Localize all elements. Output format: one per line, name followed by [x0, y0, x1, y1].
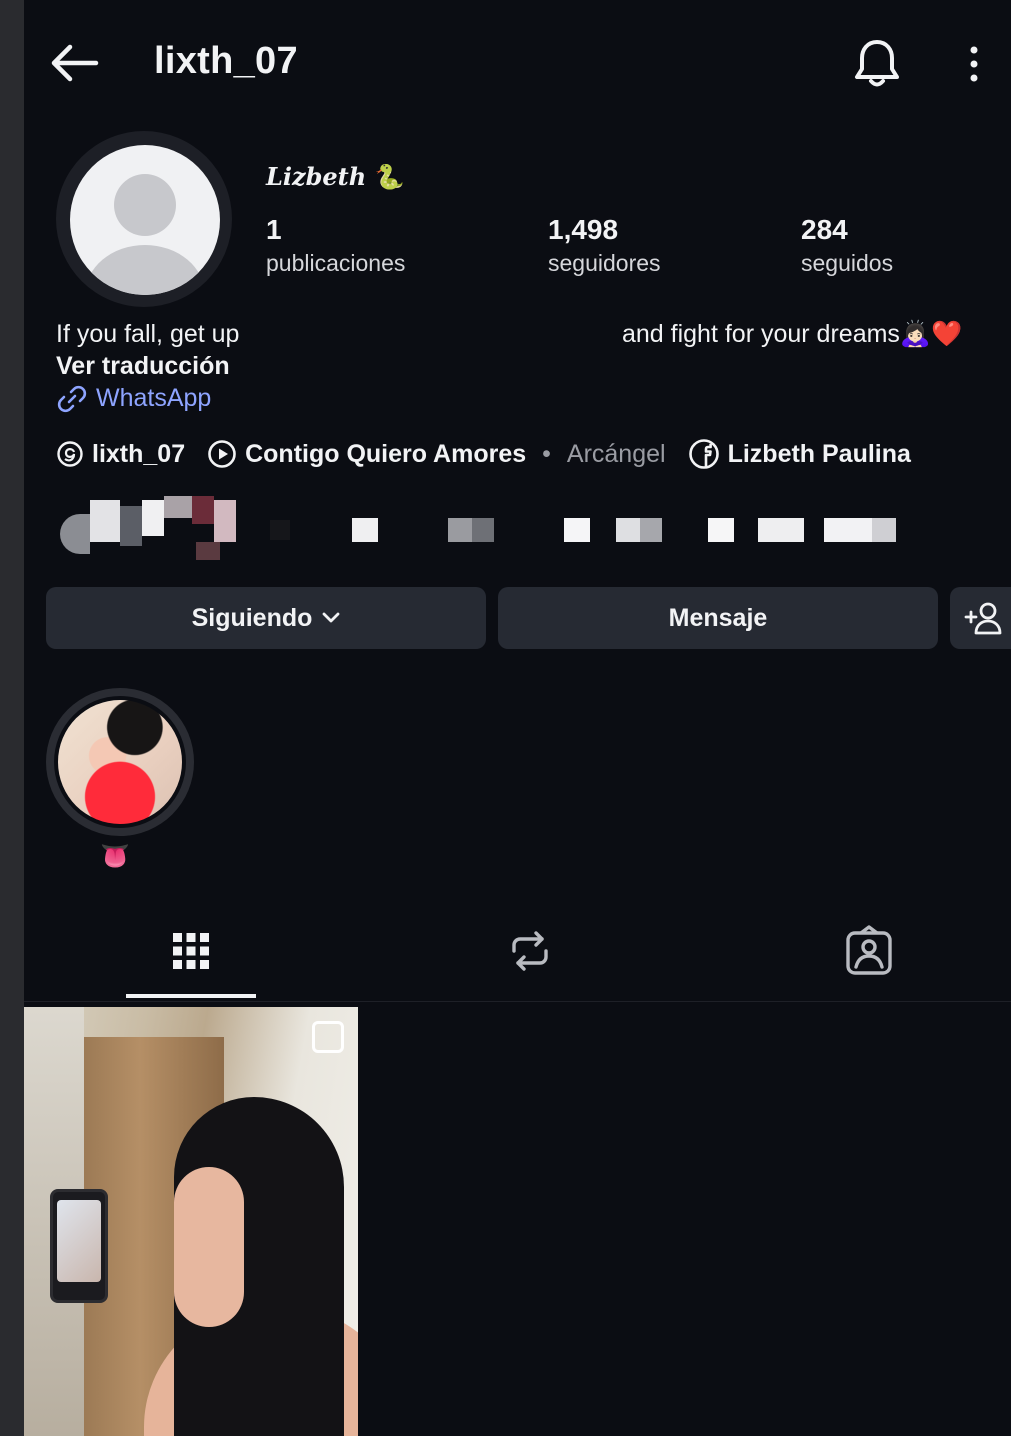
profile-username-title: lixth_07: [154, 40, 298, 82]
link-icon: [57, 385, 87, 412]
whatsapp-link-label: WhatsApp: [96, 384, 212, 412]
stat-following-label: seguidos: [801, 250, 894, 276]
tagged-icon[interactable]: [843, 925, 895, 977]
default-user-icon: [85, 174, 205, 295]
whatsapp-link[interactable]: WhatsApp: [56, 384, 211, 413]
stat-posts-label: publicaciones: [266, 250, 406, 276]
message-button-label: Mensaje: [668, 603, 768, 632]
stat-following[interactable]: 284 seguidos: [801, 212, 893, 278]
pixelated-followers-preview: [56, 496, 956, 566]
following-button-label: Siguiendo: [191, 603, 313, 632]
grid-icon[interactable]: [165, 925, 217, 977]
stat-posts-value: 1: [266, 214, 282, 245]
bio-line-2: and fight for your dreams🙇🏻‍♀️❤️: [622, 320, 962, 349]
active-tab-indicator: [126, 994, 256, 998]
highlight-cover[interactable]: [58, 700, 182, 824]
threads-icon: [57, 441, 83, 467]
profile-screen: lixth_07 Lizbeth 🐍 1 publicaciones 1,498…: [24, 0, 1011, 1436]
highlight-label: 👅: [100, 843, 130, 870]
stat-followers-value: 1,498: [548, 214, 619, 245]
suggest-users-button[interactable]: [950, 587, 1011, 649]
threads-username: lixth_07: [92, 439, 186, 468]
bio-emoji: 🙇🏻‍♀️❤️: [899, 320, 963, 348]
stat-posts[interactable]: 1 publicaciones: [266, 212, 405, 278]
bio-line-1: If you fall, get up: [56, 320, 240, 348]
post-image-face: [174, 1167, 244, 1327]
avatar[interactable]: [70, 145, 220, 295]
display-name: Lizbeth 🐍: [266, 162, 404, 191]
post-image-phone-screen: [57, 1200, 101, 1282]
profile-tabs: [24, 915, 1011, 1002]
more-options-icon[interactable]: [962, 40, 986, 90]
post-image-phone: [50, 1189, 108, 1303]
music-chip[interactable]: Contigo Quiero Amores • Arcángel: [207, 439, 666, 469]
see-translation-link[interactable]: Ver traducción: [56, 352, 230, 381]
reposts-icon[interactable]: [504, 925, 556, 977]
play-circle-icon: [208, 440, 236, 468]
facebook-name: Lizbeth Paulina: [727, 439, 911, 468]
back-arrow-icon[interactable]: [48, 40, 100, 86]
threads-chip[interactable]: lixth_07: [56, 440, 185, 469]
following-button[interactable]: Siguiendo: [46, 587, 486, 649]
stat-following-value: 284: [801, 214, 848, 245]
facebook-icon: [688, 439, 719, 469]
song-title: Contigo Quiero Amores: [245, 439, 527, 468]
post-thumbnail[interactable]: [24, 1007, 358, 1436]
device-frame-edge: [0, 0, 24, 1436]
song-separator: •: [542, 439, 551, 468]
bio-line-2-text: and fight for your dreams: [622, 320, 900, 348]
add-person-icon: [964, 602, 1002, 635]
stat-followers[interactable]: 1,498 seguidores: [548, 212, 661, 278]
profile-chips: lixth_07 Contigo Quiero Amores • Arcánge…: [56, 438, 933, 470]
display-name-text: Lizbeth: [266, 162, 367, 191]
stat-followers-label: seguidores: [548, 250, 661, 276]
facebook-chip[interactable]: Lizbeth Paulina: [688, 438, 911, 470]
message-button[interactable]: Mensaje: [498, 587, 938, 649]
song-artist: Arcángel: [566, 439, 666, 468]
chevron-down-icon: [323, 612, 340, 623]
notification-bell-icon[interactable]: [852, 36, 902, 90]
multi-post-icon: [312, 1021, 344, 1053]
snake-emoji: 🐍: [374, 162, 405, 191]
